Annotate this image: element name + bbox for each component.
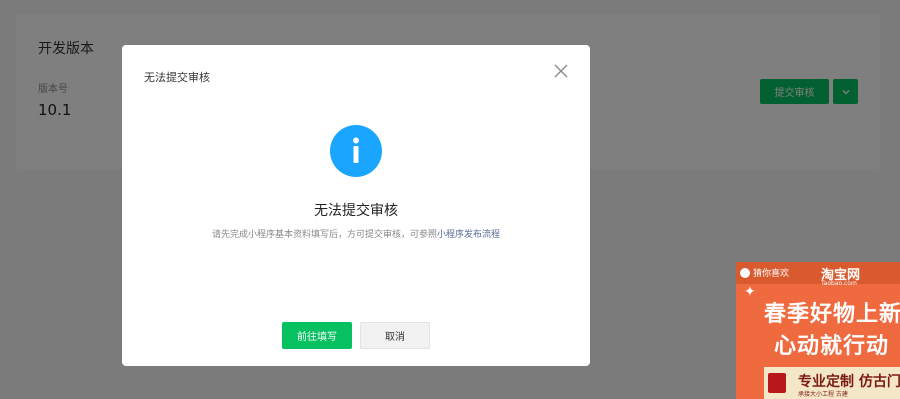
taobao-ad[interactable]: 猜你喜欢 淘宝网 Taobao.com ✦ 春季好物上新 心动就行动 专业定制 … bbox=[736, 262, 900, 399]
cancel-button[interactable]: 取消 bbox=[360, 322, 430, 349]
message-title: 无法提交审核 bbox=[314, 203, 398, 219]
message-description: 请先完成小程序基本资料填写后，方可提交审核，可参照小程序发布流程 bbox=[122, 227, 590, 240]
publish-guide-link[interactable]: 小程序发布流程 bbox=[437, 230, 500, 240]
submit-error-dialog: 无法提交审核 无法提交审核 请先完成小程序基本资料填写后，方可提交审核，可参照小… bbox=[122, 45, 590, 366]
ad-logo-icon bbox=[740, 267, 750, 278]
ad-banner-strip: 专业定制 仿古门 承接大小工程 古建 bbox=[764, 367, 900, 399]
sparkle-icon: ✦ bbox=[744, 284, 756, 300]
go-fill-button[interactable]: 前往填写 bbox=[282, 322, 352, 349]
seal-icon bbox=[768, 373, 786, 393]
message-text: 请先完成小程序基本资料填写后，方可提交审核，可参照 bbox=[211, 230, 437, 240]
ad-headline-1: 春季好物上新 bbox=[764, 302, 900, 327]
info-icon bbox=[330, 125, 382, 177]
ad-guess-text: 猜你喜欢 bbox=[753, 269, 790, 279]
ad-strip-text: 专业定制 仿古门 bbox=[798, 374, 900, 390]
close-icon[interactable] bbox=[552, 62, 570, 80]
ad-guess-label: 猜你喜欢 bbox=[740, 266, 789, 279]
ad-strip-subtext: 承接大小工程 古建 bbox=[798, 391, 848, 398]
taobao-logo-sub: Taobao.com bbox=[821, 280, 857, 287]
ad-headline-2: 心动就行动 bbox=[774, 334, 890, 359]
dialog-title: 无法提交审核 bbox=[144, 71, 210, 84]
